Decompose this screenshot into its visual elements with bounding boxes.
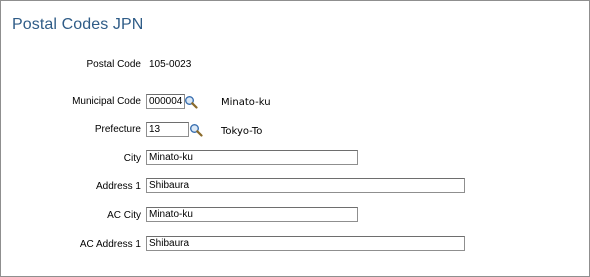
ac-city-input[interactable]: Minato-ku: [146, 207, 358, 222]
postal-code-label: Postal Code: [86, 59, 141, 70]
page-title: Postal Codes JPN: [12, 16, 144, 33]
city-input[interactable]: Minato-ku: [146, 150, 358, 165]
prefecture-input[interactable]: 13: [146, 122, 189, 137]
prefecture-description: Tokyo-To: [221, 126, 263, 137]
ac-address1-input[interactable]: Shibaura: [146, 236, 465, 251]
municipal-code-label: Municipal Code: [72, 96, 141, 107]
city-label: City: [123, 153, 141, 164]
address1-label: Address 1: [95, 181, 141, 192]
prefecture-label: Prefecture: [94, 124, 141, 135]
ac-address1-label: AC Address 1: [79, 239, 141, 250]
municipal-code-input[interactable]: 000004: [146, 94, 185, 109]
prefecture-lookup-icon[interactable]: [189, 123, 203, 137]
address1-input[interactable]: Shibaura: [146, 178, 465, 193]
page-frame: Postal Codes JPN Postal Code 105-0023 Mu…: [0, 0, 590, 277]
municipal-code-lookup-icon[interactable]: [184, 95, 198, 109]
ac-city-label: AC City: [107, 210, 141, 221]
postal-code-value: 105-0023: [149, 59, 192, 70]
municipal-code-description: Minato-ku: [221, 97, 271, 108]
